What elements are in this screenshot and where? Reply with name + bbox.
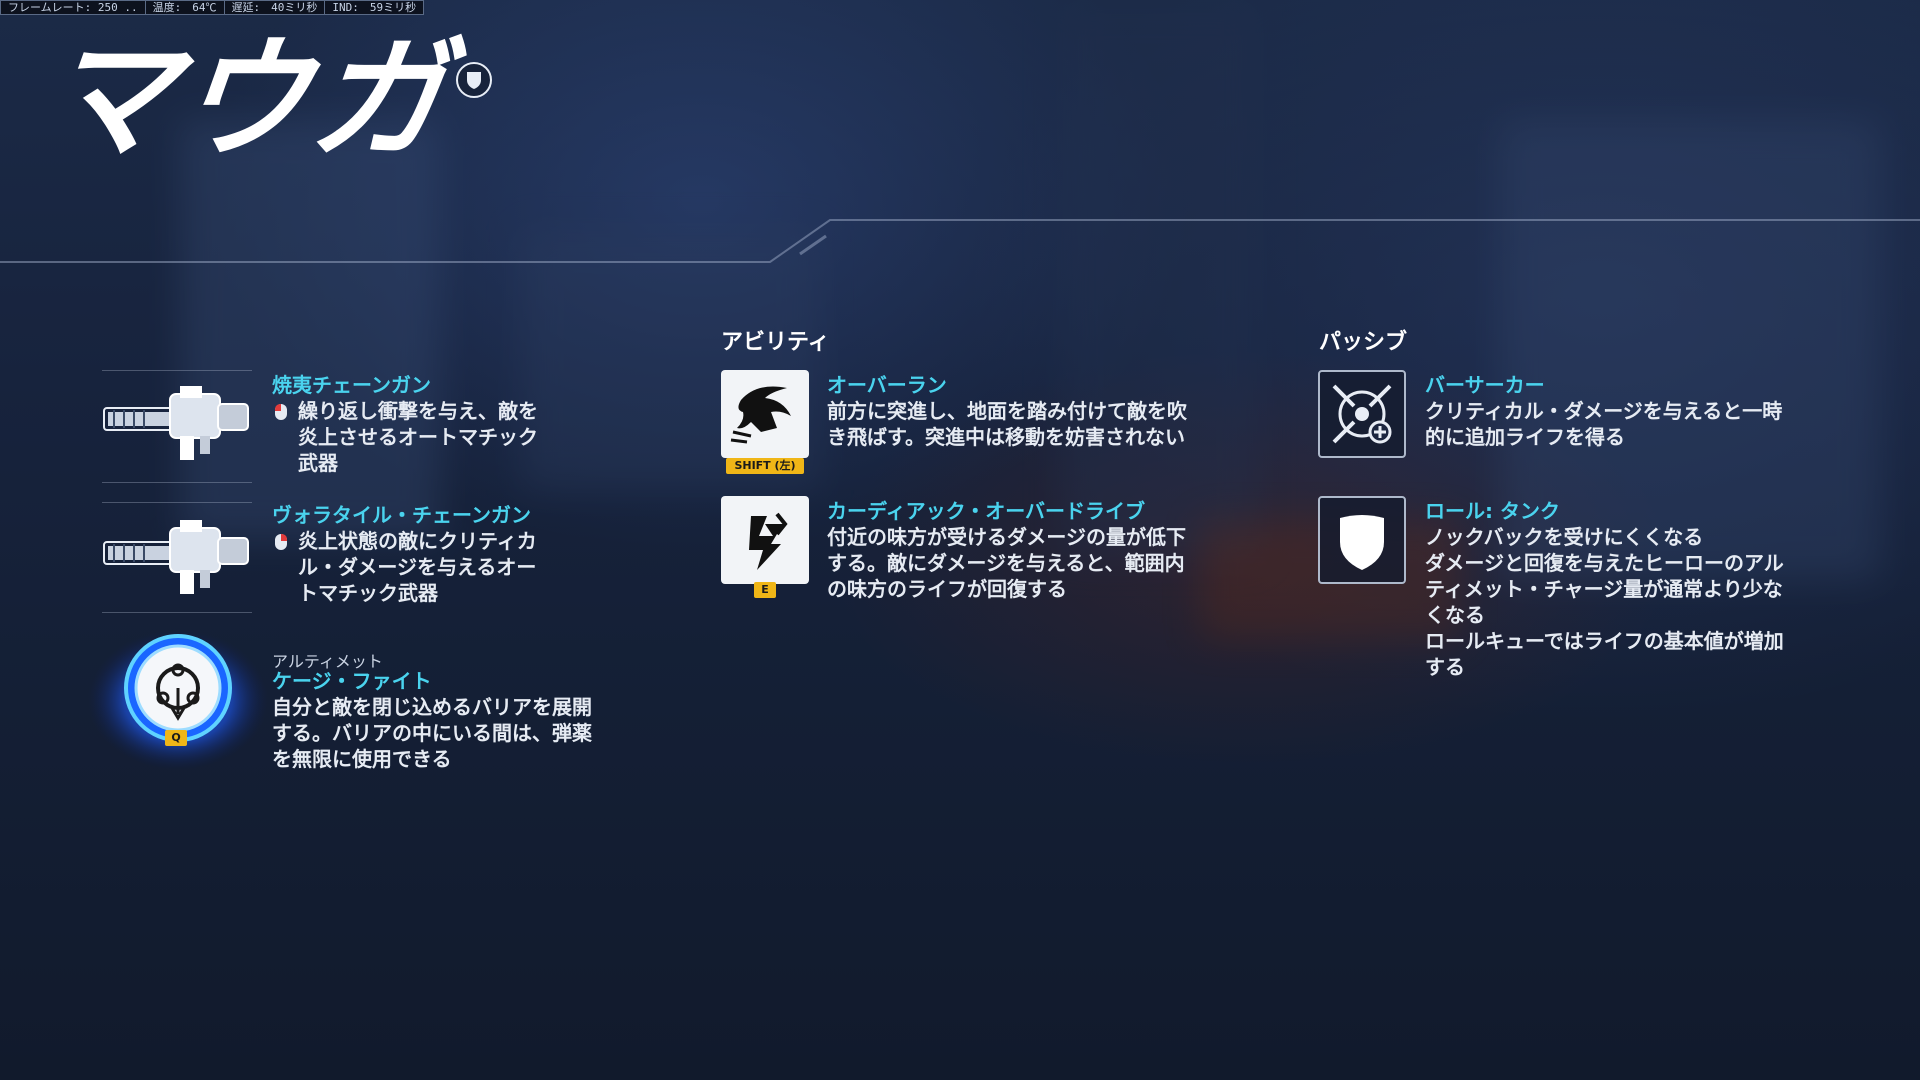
passive-name: ロール: タンク — [1425, 499, 1560, 523]
ultimate-text: ケージ・ファイト 自分と敵を閉じ込めるバリアを展開 する。バリアの中にいる間は、… — [272, 668, 632, 772]
ultimate-desc-line: を無限に使用できる — [272, 747, 452, 771]
tank-shield-icon — [1340, 515, 1384, 570]
weapon-desc-line: 炎上状態の敵にクリティカ — [298, 529, 537, 553]
ultimate-desc-line: 自分と敵を閉じ込めるバリアを展開 — [272, 695, 592, 719]
passive-desc-line: ロールキューではライフの基本値が増加 — [1425, 629, 1784, 653]
ability-desc-line: 前方に突進し、地面を踏み付けて敵を吹 — [827, 399, 1187, 423]
weapon-separator — [102, 482, 252, 483]
chaingun-icon — [103, 386, 249, 460]
passive-desc-line: する — [1425, 655, 1465, 679]
ability-desc-line: する。敵にダメージを与えると、範囲内 — [827, 551, 1185, 575]
cardiac-overdrive-entry: カーディアック・オーバードライブ 付近の味方が受けるダメージの量が低下 する。敵… — [827, 498, 1186, 602]
passive-desc-line: くなる — [1425, 603, 1485, 627]
ability-desc-line: の味方のライフが回復する — [827, 577, 1067, 601]
passive-desc-line: クリティカル・ダメージを与えると一時 — [1425, 399, 1783, 423]
weapon-separator — [102, 612, 252, 613]
latency-readout: 遅延: 40ミリ秒 — [225, 1, 326, 14]
ultimate-name: ケージ・ファイト — [272, 669, 432, 693]
cardiac-overdrive-key: E — [754, 582, 776, 598]
cardiac-overdrive-card — [721, 496, 809, 584]
weapon-name: ヴォラタイル・チェーンガン — [272, 503, 531, 527]
passive-desc-line: ノックバックを受けにくくなる — [1425, 525, 1704, 549]
weapon-desc-line: 炎上させるオートマチック — [298, 425, 538, 449]
weapon-name: 焼夷チェーンガン — [272, 373, 431, 397]
overrun-charge-icon — [730, 386, 791, 444]
passive-desc-line: ティメット・チャージ量が通常より少な — [1425, 577, 1783, 601]
hero-name: マウガ — [35, 23, 455, 177]
ultimate-icon-wrap: Q — [88, 622, 268, 772]
temperature-readout: 温度: 64℃ — [146, 1, 225, 14]
ability-desc-line: 付近の味方が受けるダメージの量が低下 — [827, 525, 1186, 549]
mouse-left-icon — [275, 404, 287, 420]
cardiac-overdrive-icon — [749, 512, 788, 570]
role-tank-entry: ロール: タンク ノックバックを受けにくくなる ダメージと回復を与えたヒーローの… — [1425, 498, 1784, 680]
ability-name: オーバーラン — [827, 373, 947, 397]
ultimate-key: Q — [165, 730, 187, 746]
chaingun-icon — [103, 520, 249, 594]
cage-chain-icon — [88, 630, 268, 770]
weapon-separator — [102, 502, 252, 503]
mouse-right-icon — [275, 534, 287, 550]
weapon-desc-line: 武器 — [298, 451, 338, 475]
overrun-key: SHIFT (左) — [726, 458, 804, 474]
berserker-icon — [1332, 384, 1392, 444]
ultimate-desc-line: する。バリアの中にいる間は、弾薬 — [272, 721, 592, 745]
ability-name: カーディアック・オーバードライブ — [827, 499, 1145, 523]
weapon-desc-line: ル・ダメージを与えるオー — [298, 555, 537, 579]
ind-readout: IND: 59ミリ秒 — [332, 1, 417, 14]
header-divider — [0, 219, 1920, 263]
performance-overlay: フレームレート: 250 .. 温度: 64℃ 遅延: 40ミリ秒 IND: 5… — [0, 0, 425, 15]
tank-role-icon — [456, 62, 492, 98]
passive-desc-line: ダメージと回復を与えたヒーローのアル — [1425, 551, 1784, 575]
overrun-entry: オーバーラン 前方に突進し、地面を踏み付けて敵を吹 き飛ばす。突進中は移動を妨害… — [827, 372, 1187, 450]
weapon-desc-line: トマチック武器 — [298, 581, 438, 605]
background-pillar — [1060, 0, 1260, 560]
weapon-desc-line: 繰り返し衝撃を与え、敵を — [298, 399, 538, 423]
berserker-card — [1318, 370, 1406, 458]
berserker-entry: バーサーカー クリティカル・ダメージを与えると一時 的に追加ライフを得る — [1425, 372, 1782, 450]
ability-desc-line: き飛ばす。突進中は移動を妨害されない — [827, 425, 1185, 449]
weapon-separator — [102, 370, 252, 371]
role-tank-card — [1318, 496, 1406, 584]
background-building — [180, 120, 440, 540]
overrun-card — [721, 370, 809, 458]
framerate-readout: フレームレート: 250 .. — [1, 1, 146, 14]
abilities-heading: アビリティ — [721, 330, 830, 355]
passive-name: バーサーカー — [1425, 373, 1545, 397]
passives-heading: パッシブ — [1319, 330, 1408, 355]
passive-desc-line: 的に追加ライフを得る — [1425, 425, 1625, 449]
